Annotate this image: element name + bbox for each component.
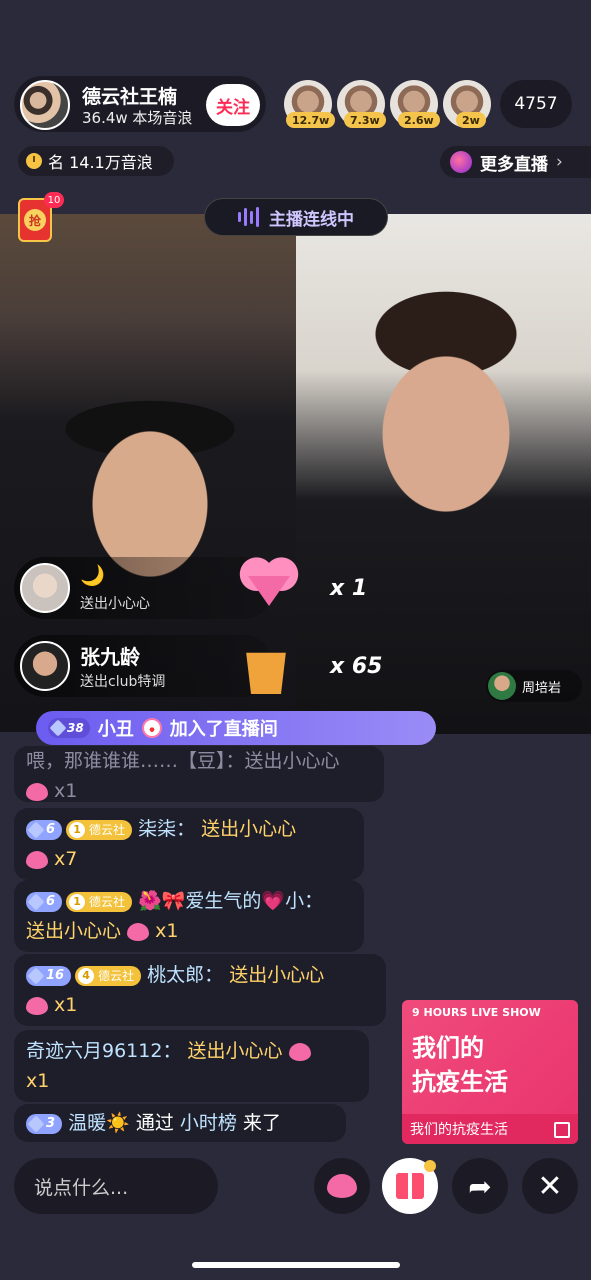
- user-level-badge: 6: [26, 819, 63, 840]
- chat-action: 来了: [242, 1112, 281, 1134]
- red-packet-label: 抢: [24, 209, 46, 231]
- chat-action: 送出小心心: [201, 818, 297, 840]
- gift-sender-name: 张九龄: [80, 645, 140, 669]
- chat-suffix: x1: [54, 780, 78, 802]
- heart-icon: [26, 996, 48, 1015]
- chat-action: 送出小心心: [229, 964, 325, 986]
- heart-gift-icon: [238, 556, 300, 608]
- viewer-contribution-badge: 2w: [456, 112, 486, 128]
- chat-action: 送出小心心: [26, 920, 122, 942]
- chat-message[interactable]: 奇迹六月96112： 送出小心心 x1: [14, 1030, 369, 1102]
- share-button[interactable]: ➦: [452, 1158, 508, 1214]
- chat-source[interactable]: 小时榜: [180, 1112, 237, 1134]
- gift-action: 送出小心心: [80, 596, 150, 612]
- host-avatar[interactable]: [20, 80, 70, 130]
- promo-title-line1: 我们的: [412, 1034, 484, 1062]
- chat-suffix: x1: [54, 994, 78, 1016]
- planet-icon: [450, 151, 472, 173]
- host-score: 36.4w 本场音浪: [82, 109, 193, 127]
- viewer-contribution-badge: 7.3w: [344, 112, 386, 128]
- link-status-label: 主播连线中: [269, 209, 354, 230]
- gift-icon: [396, 1173, 424, 1199]
- share-icon: ➦: [468, 1169, 492, 1203]
- join-banner: 38 小丑 加入了直播间: [36, 711, 436, 745]
- close-icon: ✕: [537, 1168, 563, 1204]
- heart-icon: [327, 1174, 357, 1198]
- viewer-count[interactable]: 4757: [500, 80, 572, 128]
- chat-message[interactable]: 3 温暖☀️ 通过 小时榜 来了: [14, 1104, 346, 1142]
- gem-icon: [27, 1115, 45, 1132]
- home-indicator: [192, 1262, 400, 1268]
- notification-dot: [424, 1160, 436, 1172]
- guest-avatar: [488, 672, 516, 700]
- join-user[interactable]: 小丑: [98, 715, 134, 741]
- guest-name: 周培岩: [522, 680, 562, 696]
- chat-text: 喂，那谁谁谁……【豆】：送出小心心: [26, 750, 340, 772]
- chat-suffix: x1: [26, 1070, 50, 1092]
- club-badge: 1 德云社: [66, 819, 133, 840]
- gem-icon: [49, 719, 67, 737]
- promo-tag: 9 HOURS LIVE SHOW: [412, 1006, 541, 1019]
- user-level-badge: 6: [26, 891, 63, 912]
- chat-suffix: x7: [54, 848, 78, 870]
- chat-user[interactable]: 🌺🎀爱生气的💗小：: [138, 890, 323, 912]
- chat-via: 通过: [135, 1112, 174, 1134]
- close-button[interactable]: ✕: [522, 1158, 578, 1214]
- viewer-contribution-badge: 2.6w: [398, 112, 440, 128]
- user-level-badge: 3: [26, 1113, 63, 1134]
- gem-icon: [27, 821, 45, 838]
- promo-card[interactable]: 9 HOURS LIVE SHOW 我们的 抗疫生活 我们的抗疫生活: [402, 1000, 578, 1144]
- red-packet-count: 10: [44, 192, 64, 208]
- like-button[interactable]: [314, 1158, 370, 1214]
- sound-wave-icon: [238, 207, 259, 227]
- follow-button[interactable]: 关注: [206, 84, 260, 126]
- chat-message[interactable]: 6 1 德云社 🌺🎀爱生气的💗小： 送出小心心 x1: [14, 880, 364, 952]
- chat-user[interactable]: 桃太郎：: [147, 964, 223, 986]
- promo-footer: 我们的抗疫生活: [402, 1114, 578, 1144]
- gem-icon: [27, 967, 45, 984]
- join-text: 加入了直播间: [169, 719, 278, 740]
- chat-suffix: x1: [155, 920, 179, 942]
- chat-message[interactable]: 16 4 德云社 桃太郎： 送出小心心 x1: [14, 954, 386, 1026]
- promo-title-line2: 抗疫生活: [412, 1068, 508, 1096]
- more-live-label: 更多直播: [480, 154, 548, 175]
- chevron-right-icon: ›: [556, 152, 563, 172]
- club-badge: 1 德云社: [66, 891, 133, 912]
- chat-user[interactable]: 温暖☀️: [68, 1112, 130, 1134]
- expand-icon[interactable]: [554, 1122, 570, 1138]
- clown-icon: [141, 718, 162, 738]
- heart-icon: [288, 1042, 311, 1061]
- more-live-button[interactable]: 更多直播 ›: [440, 146, 591, 178]
- heart-icon: [26, 850, 48, 869]
- heart-icon: [127, 922, 150, 941]
- gift-multiplier: x 65: [330, 654, 383, 679]
- chat-message[interactable]: 喂，那谁谁谁……【豆】：送出小心心 x1: [14, 746, 384, 802]
- gem-icon: [27, 893, 45, 910]
- rank-pill[interactable]: 名 14.1万音浪: [18, 146, 174, 176]
- chat-user[interactable]: 奇迹六月96112：: [26, 1040, 181, 1062]
- heart-icon: [26, 782, 48, 801]
- club-badge: 4 德云社: [75, 965, 142, 986]
- gift-sender-avatar[interactable]: [20, 641, 70, 691]
- comment-input[interactable]: 说点什么...: [14, 1158, 218, 1214]
- gift-sender-name: 🌙: [80, 563, 105, 587]
- chat-user[interactable]: 柒柒：: [138, 818, 195, 840]
- gift-action: 送出club特调: [80, 674, 166, 690]
- user-level-badge: 38: [48, 718, 90, 738]
- viewer-contribution-badge: 12.7w: [286, 112, 336, 128]
- gift-multiplier: x 1: [330, 576, 368, 601]
- gift-sender-avatar[interactable]: [20, 563, 70, 613]
- user-level-badge: 16: [26, 965, 72, 986]
- chat-action: 送出小心心: [187, 1040, 283, 1062]
- rank-text: 名 14.1万音浪: [48, 153, 153, 172]
- clock-icon: [26, 153, 42, 169]
- host-name: 德云社王楠: [82, 86, 178, 108]
- guest-tag[interactable]: 周培岩: [486, 670, 582, 702]
- link-status-pill: 主播连线中: [204, 198, 388, 236]
- chat-message[interactable]: 6 1 德云社 柒柒： 送出小心心 x7: [14, 808, 364, 880]
